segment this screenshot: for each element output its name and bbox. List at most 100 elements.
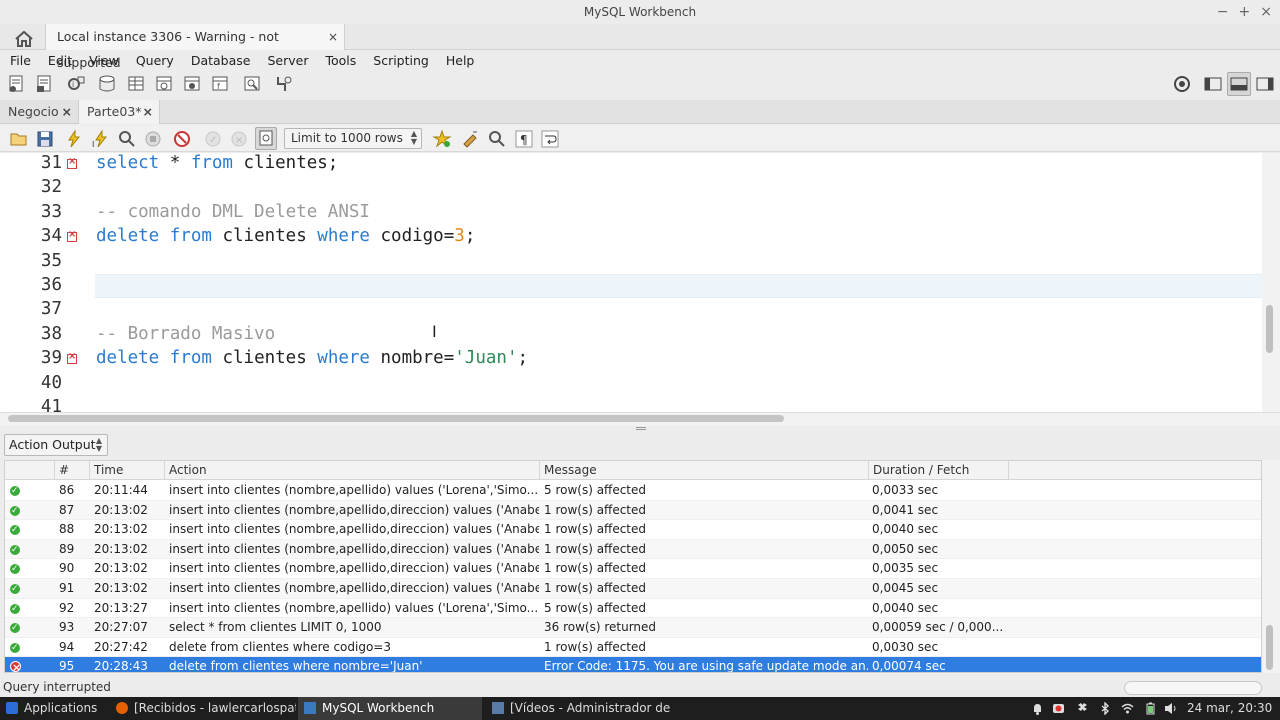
menu-edit[interactable]: Edit (38, 53, 79, 68)
applications-menu[interactable]: Applications (0, 697, 108, 720)
create-function-icon[interactable]: f (210, 74, 230, 94)
home-icon[interactable] (10, 28, 38, 50)
battery-icon[interactable] (1144, 702, 1157, 715)
syntax-error-icon[interactable] (67, 156, 77, 169)
editor-horizontal-scroll-thumb[interactable] (8, 415, 784, 422)
task-file-manager[interactable]: [Vídeos - Administrador de a... (486, 697, 670, 720)
connection-tab[interactable]: Local instance 3306 - Warning - not supp… (45, 24, 345, 70)
execute-icon[interactable] (64, 129, 84, 149)
success-status-icon (10, 521, 20, 541)
task-mysql-workbench[interactable]: MySQL Workbench (298, 697, 482, 720)
column-time[interactable]: Time (90, 461, 165, 480)
panel-splitter-handle[interactable] (636, 427, 646, 430)
connection-tab-close-icon[interactable]: × (328, 24, 338, 50)
beautify-icon[interactable] (461, 129, 481, 149)
open-sql-script-icon[interactable] (35, 74, 55, 94)
rollback-icon[interactable]: × (229, 129, 249, 149)
tab-negocio-label: Negocio (8, 104, 59, 119)
wifi-icon[interactable] (1121, 702, 1134, 715)
tab-negocio-close-icon[interactable]: × (62, 100, 72, 124)
explain-icon[interactable] (117, 129, 137, 149)
record-icon[interactable] (1052, 702, 1065, 715)
maximize-button[interactable]: + (1239, 4, 1251, 20)
tab-parte03[interactable]: Parte03* × (78, 100, 160, 124)
column-number[interactable]: # (55, 461, 90, 480)
output-type-select[interactable]: Action Output ▲ ▼ (4, 434, 108, 456)
dropbox-icon[interactable] (1076, 702, 1089, 715)
table-row[interactable]: 94 20:27:42 delete from clientes where cod… (5, 638, 1261, 658)
menu-view[interactable]: View (79, 53, 126, 68)
code-line-33: -- comando DML Delete ANSI (96, 202, 370, 222)
output-vertical-scroll-thumb[interactable] (1266, 625, 1273, 670)
menu-file[interactable]: File (0, 53, 38, 68)
table-row[interactable]: 89 20:13:02 insert into clientes (nombre,a… (5, 539, 1261, 560)
invisible-chars-icon[interactable]: ¶ (514, 129, 534, 149)
column-action[interactable]: Action (165, 461, 540, 480)
word-wrap-icon[interactable] (540, 129, 560, 149)
create-view-icon[interactable] (154, 74, 174, 94)
commit-icon[interactable]: ✓ (203, 129, 223, 149)
table-row[interactable]: 95 20:28:43 delete from clientes where nom… (5, 657, 1261, 672)
table-row[interactable]: 86 20:11:44 insert into clientes (nombre,a… (5, 481, 1261, 502)
execute-current-icon[interactable]: I (91, 129, 111, 149)
save-icon[interactable] (35, 129, 55, 149)
menu-tools[interactable]: Tools (315, 53, 363, 68)
svg-text:×: × (235, 135, 243, 146)
row-action: insert into clientes (nombre,apellido) v… (169, 600, 539, 615)
row-number: 92 (59, 600, 75, 615)
bluetooth-icon[interactable] (1099, 702, 1112, 715)
add-snippet-icon[interactable] (432, 129, 452, 149)
syntax-error-icon[interactable] (67, 229, 77, 243)
toggle-error-stop-icon[interactable] (172, 129, 192, 149)
inspector-icon[interactable]: i (66, 74, 86, 94)
menu-help[interactable]: Help (436, 53, 482, 68)
menu-scripting[interactable]: Scripting (363, 53, 436, 68)
line-number: 41 (40, 397, 62, 417)
row-message: 36 row(s) returned (544, 620, 657, 635)
menu-server[interactable]: Server (257, 53, 315, 68)
notification-icon[interactable] (1031, 702, 1044, 715)
new-sql-tab-icon[interactable] (7, 74, 27, 94)
column-status[interactable] (5, 461, 55, 480)
applications-icon (6, 702, 18, 714)
create-schema-icon[interactable] (97, 74, 117, 94)
toggle-sidebar-icon[interactable] (1203, 74, 1223, 94)
create-procedure-icon[interactable] (182, 74, 202, 94)
table-row[interactable]: 91 20:13:02 insert into clientes (nombre,a… (5, 579, 1261, 600)
create-table-icon[interactable] (126, 74, 146, 94)
close-window-button[interactable]: × (1260, 4, 1272, 20)
toggle-secondary-sidebar-icon[interactable] (1255, 74, 1275, 94)
table-row[interactable]: 90 20:13:02 insert into clientes (nombre,a… (5, 559, 1261, 580)
minimize-button[interactable]: − (1217, 4, 1229, 20)
volume-icon[interactable] (1164, 702, 1177, 715)
menu-query[interactable]: Query (126, 53, 181, 68)
settings-icon[interactable] (1172, 74, 1192, 94)
reconnect-icon[interactable] (273, 74, 293, 94)
success-status-icon (10, 482, 20, 502)
stop-icon[interactable] (143, 129, 163, 149)
editor-vertical-scroll-thumb[interactable] (1266, 305, 1273, 353)
column-message[interactable]: Message (540, 461, 869, 480)
row-action: select * from clientes LIMIT 0, 1000 (169, 620, 382, 635)
status-progress-slider[interactable] (1124, 681, 1262, 695)
column-duration[interactable]: Duration / Fetch (869, 461, 1009, 480)
limit-rows-value: Limit to 1000 rows (291, 131, 403, 145)
table-row[interactable]: 88 20:13:02 insert into clientes (nombre,a… (5, 520, 1261, 541)
task-firefox[interactable]: [Recibidos - lawlercarlospatri... (110, 697, 296, 720)
table-row[interactable]: 87 20:13:02 insert into clientes (nombre,a… (5, 500, 1261, 521)
table-row[interactable]: 92 20:13:27 insert into clientes (nombre,a… (5, 599, 1261, 619)
open-file-icon[interactable] (9, 129, 29, 149)
clock[interactable]: 24 mar, 20:30 (1187, 697, 1277, 720)
autocommit-icon[interactable] (255, 127, 277, 150)
task-workbench-label: MySQL Workbench (322, 701, 435, 715)
toggle-output-icon[interactable] (1227, 72, 1251, 96)
editor-vertical-scrollbar[interactable] (1262, 153, 1280, 412)
find-icon[interactable] (487, 129, 507, 149)
search-table-data-icon[interactable] (242, 74, 262, 94)
tab-parte03-close-icon[interactable]: × (143, 100, 153, 124)
table-row[interactable]: 93 20:27:07 select * from clientes LIMIT 0… (5, 618, 1261, 639)
limit-rows-select[interactable]: Limit to 1000 rows ▲ ▼ (284, 128, 422, 149)
menu-database[interactable]: Database (181, 53, 258, 68)
syntax-error-icon[interactable] (67, 351, 77, 365)
tab-negocio[interactable]: Negocio × (0, 100, 78, 124)
